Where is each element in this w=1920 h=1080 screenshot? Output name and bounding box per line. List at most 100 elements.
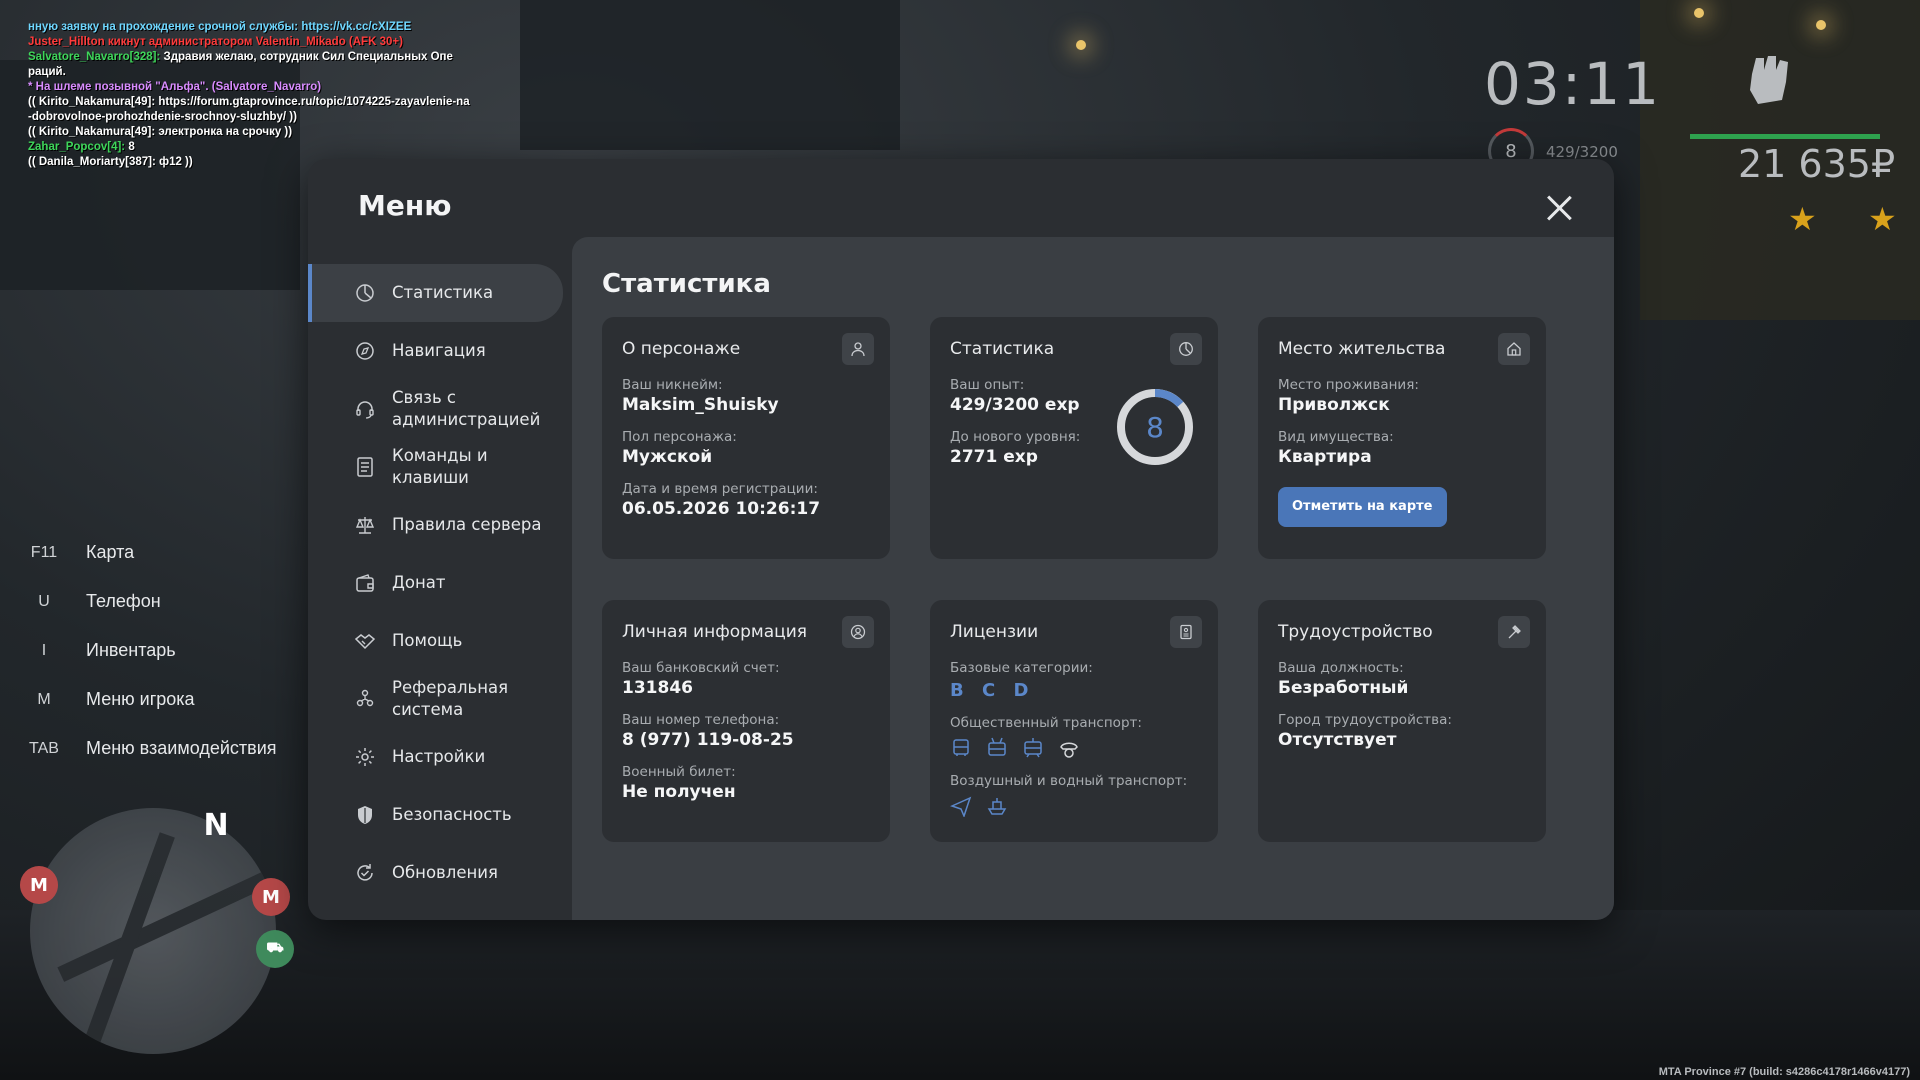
chat-text: (( Kirito_Nakamura[49]: электронка на ср… xyxy=(28,126,293,138)
close-icon[interactable] xyxy=(1546,195,1572,221)
hotkey-player-menu: M Меню игрока xyxy=(22,675,277,724)
sidebar-item-label: Реферальная система xyxy=(392,678,509,719)
field-label: Ваша должность: xyxy=(1278,660,1404,676)
sidebar-item-wallet[interactable]: Донат xyxy=(308,554,563,612)
build-info: MTA Province #7 (build: s4286c4178r1466v… xyxy=(1658,1066,1910,1078)
chat-text: (( Kirito_Nakamura[49]: https://forum.gt… xyxy=(28,96,470,108)
sidebar-item-document[interactable]: Команды и клавиши xyxy=(308,438,563,496)
hotkey-inventory: I Инвентарь xyxy=(22,626,277,675)
wallet-icon xyxy=(354,572,376,594)
card-title: Статистика xyxy=(950,339,1055,359)
stats-content: Статистика О персонаже Ваш никнейм: Maks… xyxy=(572,237,1614,920)
hammer-icon xyxy=(1498,616,1530,648)
refresh-check-icon xyxy=(354,862,376,884)
minimap[interactable] xyxy=(30,808,276,1054)
hotkey-map: F11 Карта xyxy=(22,528,277,577)
military-id-value: Не получен xyxy=(622,782,736,802)
hud-money: 21 635₽ xyxy=(1738,142,1896,186)
compass-icon xyxy=(354,340,376,362)
sidebar-item-users[interactable]: Реферальная система xyxy=(308,670,563,728)
chat-text: Juster_Hillton кикнут администратором Va… xyxy=(28,36,403,48)
user-icon xyxy=(842,333,874,365)
sidebar-item-compass[interactable]: Навигация xyxy=(308,322,563,380)
sidebar-item-label: Навигация xyxy=(392,341,486,360)
hotkey-hints: F11 Карта U Телефон I Инвентарь M Меню игрок… xyxy=(22,528,277,773)
car-marker-icon: ⛟ xyxy=(256,930,294,968)
sidebar-item-gear[interactable]: Настройки xyxy=(308,728,563,786)
residence-value: Приволжск xyxy=(1278,395,1390,415)
field-label: Ваш банковский счет: xyxy=(622,660,780,676)
chat-line: * На шлеме позывной "Альфа". (Salvatore_… xyxy=(28,80,528,95)
sidebar-item-label: Настройки xyxy=(392,747,486,766)
sidebar-item-scales[interactable]: Правила сервера xyxy=(308,496,563,554)
hotkey-label: Меню игрока xyxy=(86,689,195,709)
minimap-north-icon: N xyxy=(203,808,229,843)
wanted-star-icon: ★ xyxy=(1868,200,1897,238)
property-value: Квартира xyxy=(1278,447,1372,467)
street-lamp xyxy=(1694,8,1704,18)
sidebar-item-label: Обновления xyxy=(392,863,498,882)
sidebar-item-label: Безопасность xyxy=(392,805,512,824)
scales-icon xyxy=(354,514,376,536)
chat-line: нную заявку на прохождение срочной служб… xyxy=(28,20,528,35)
field-label: Ваш никнейм: xyxy=(622,377,723,393)
gear-icon xyxy=(354,746,376,768)
public-transport-icons xyxy=(950,737,1198,759)
street-lamp xyxy=(1816,20,1826,30)
air-water-transport-icons xyxy=(949,795,1198,819)
pie-chart-icon xyxy=(354,282,376,304)
sidebar-item-headset[interactable]: Связь с администрацией xyxy=(308,380,563,438)
card-title: Личная информация xyxy=(622,622,808,642)
registration-date-value: 06.05.2026 10:26:17 xyxy=(622,499,821,519)
employment-city-value: Отсутствует xyxy=(1278,730,1397,750)
chat-text: -dobrovolnoe-prohozhdenie-srochnoy-sluzh… xyxy=(28,111,297,123)
user-circle-icon xyxy=(842,616,874,648)
card-title: О персонаже xyxy=(622,339,741,359)
chat-line: (( Kirito_Nakamura[49]: https://forum.gt… xyxy=(28,95,528,110)
field-label: Пол персонажа: xyxy=(622,429,737,445)
menu-sidebar: Статистика Навигация Связь с администрацие… xyxy=(308,264,563,902)
tram-icon xyxy=(1022,737,1044,759)
license-categories: B C D xyxy=(950,680,1035,701)
phone-value: 8 (977) 119-08-25 xyxy=(622,730,794,750)
sidebar-item-handshake[interactable]: Помощь xyxy=(308,612,563,670)
hotkey-key: F11 xyxy=(30,543,58,561)
map-road xyxy=(81,832,175,1054)
level-progress-ring: 8 xyxy=(1117,389,1193,465)
card-licenses: Лицензии Базовые категории: B C D Общест… xyxy=(930,600,1218,842)
headset-icon xyxy=(354,398,376,420)
sidebar-item-shield[interactable]: Безопасность xyxy=(308,786,563,844)
chat-message: Здравия желаю, сотрудник Сил Специальных… xyxy=(160,51,453,63)
handshake-icon xyxy=(354,630,376,652)
chat-line: -dobrovolnoe-prohozhdenie-srochnoy-sluzh… xyxy=(28,110,528,125)
hotkey-label: Телефон xyxy=(86,591,161,611)
license-card-icon xyxy=(1170,616,1202,648)
sidebar-item-refresh-check[interactable]: Обновления xyxy=(308,844,563,902)
hotkey-label: Инвентарь xyxy=(86,640,176,660)
users-icon xyxy=(354,688,376,710)
wanted-star-icon: ★ xyxy=(1788,200,1817,238)
hotkey-label: Меню взаимодействия xyxy=(86,738,277,758)
card-statistics: Статистика Ваш опыт: 429/3200 exp До нов… xyxy=(930,317,1218,559)
hotkey-interaction-menu: TAB Меню взаимодействия xyxy=(22,724,277,773)
position-value: Безработный xyxy=(1278,678,1409,698)
taxi-cap-icon xyxy=(1058,737,1080,759)
fist-weapon-icon xyxy=(1742,52,1792,110)
bus-icon xyxy=(950,737,972,759)
mark-on-map-button[interactable]: Отметить на карте xyxy=(1278,487,1447,527)
chat-line: Zahar_Popcov[4]: 8 xyxy=(28,140,528,155)
hud-clock: 03:11 xyxy=(1484,50,1662,118)
gender-value: Мужской xyxy=(622,447,713,467)
trolleybus-icon xyxy=(986,737,1008,759)
field-label: Базовые категории: xyxy=(950,660,1093,676)
nickname-value: Maksim_Shuisky xyxy=(622,395,779,415)
chat-line: (( Kirito_Nakamura[49]: электронка на ср… xyxy=(28,125,528,140)
health-bar xyxy=(1690,134,1880,139)
sidebar-item-label: Донат xyxy=(392,573,446,592)
card-character: О персонаже Ваш никнейм: Maksim_Shuisky … xyxy=(602,317,890,559)
sidebar-item-label: Команды и клавиши xyxy=(392,446,488,487)
menu-title: Меню xyxy=(358,189,452,222)
document-icon xyxy=(354,456,376,478)
sidebar-item-label: Связь с администрацией xyxy=(392,388,541,429)
sidebar-item-pie-chart[interactable]: Статистика xyxy=(308,264,563,322)
